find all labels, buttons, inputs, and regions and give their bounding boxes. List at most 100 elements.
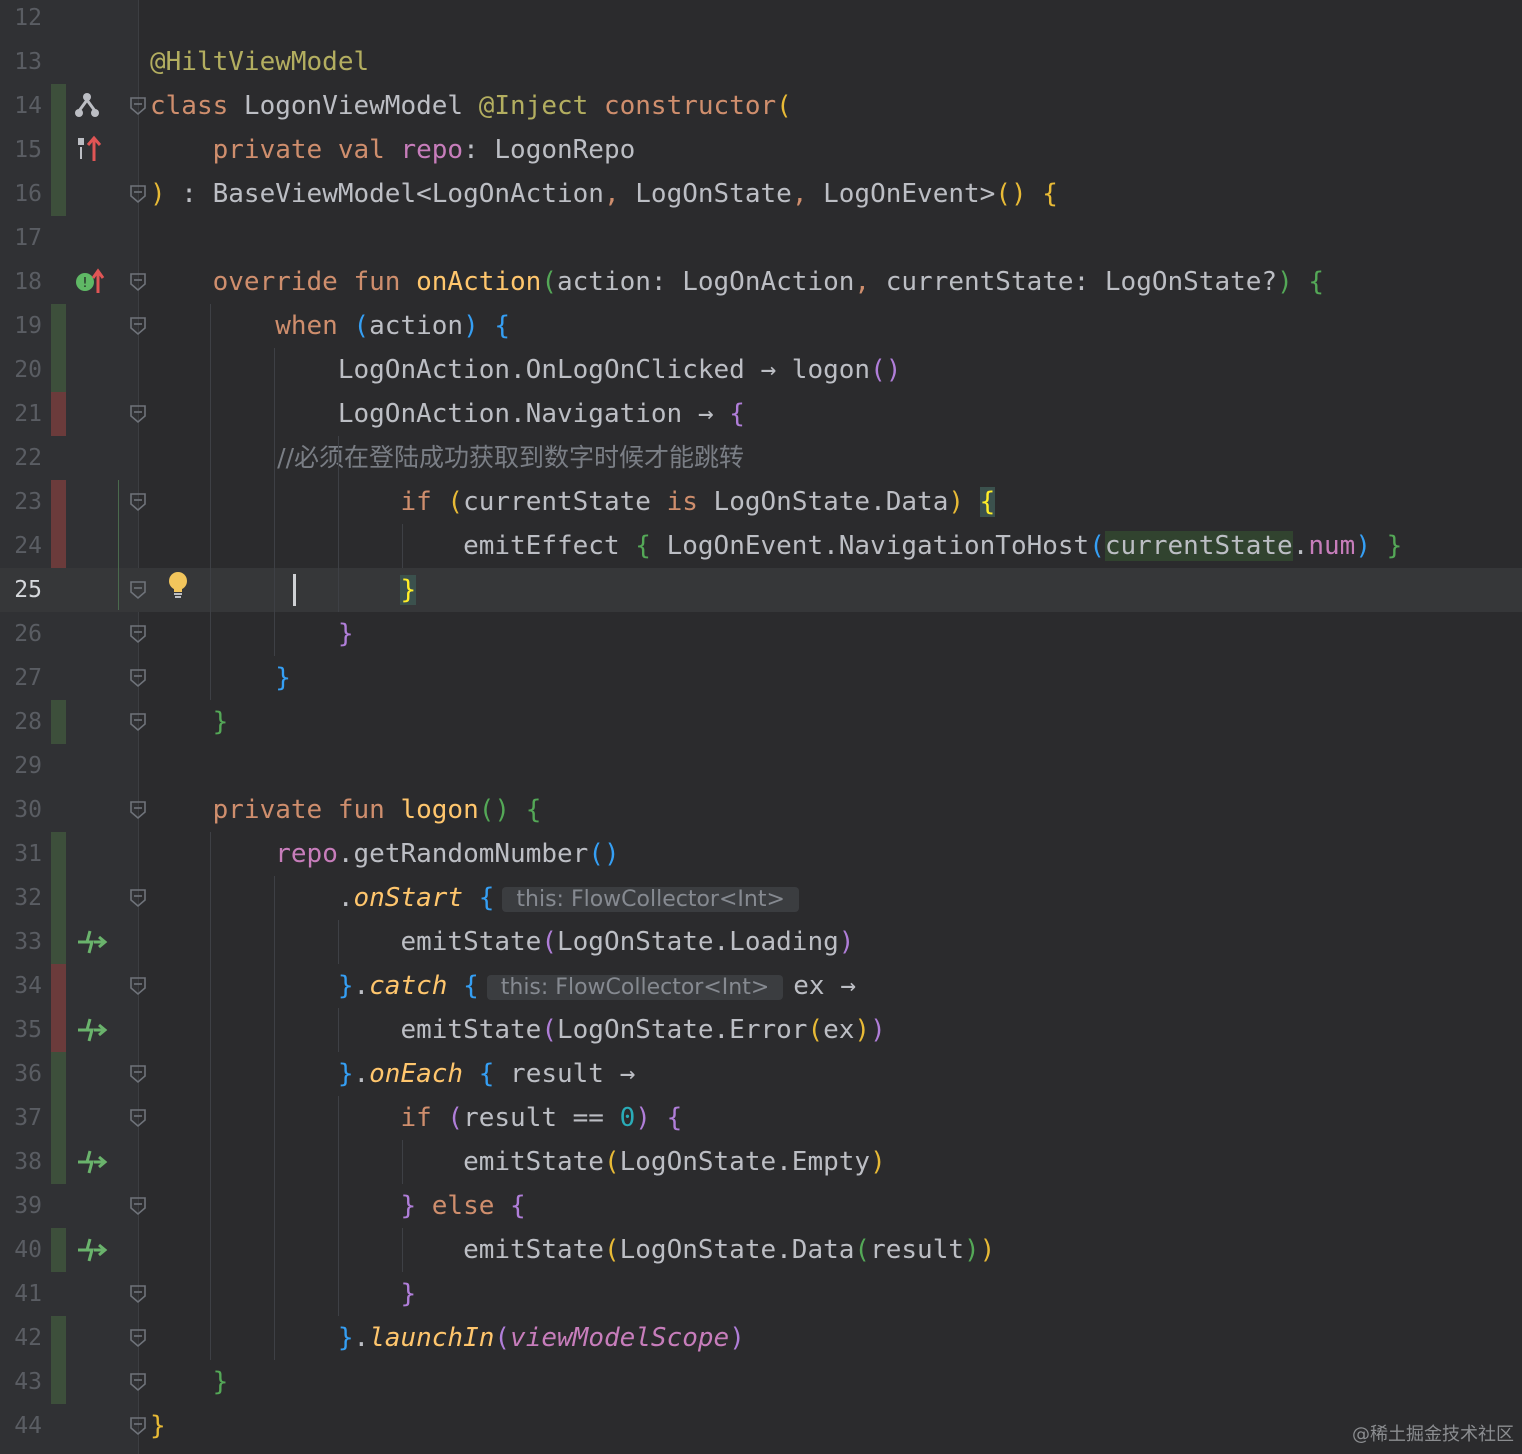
- code-text[interactable]: override fun onAction(action: LogOnActio…: [150, 260, 1324, 304]
- code-line[interactable]: 30 private fun logon() {: [0, 788, 1522, 832]
- line-number[interactable]: 43: [0, 1360, 42, 1404]
- hierarchy-icon[interactable]: [74, 91, 108, 121]
- line-number[interactable]: 35: [0, 1008, 42, 1052]
- code-line[interactable]: 37 if (result == 0) {: [0, 1096, 1522, 1140]
- code-text[interactable]: @HiltViewModel: [150, 40, 369, 84]
- line-number[interactable]: 40: [0, 1228, 42, 1272]
- fold-toggle-icon[interactable]: [128, 1284, 148, 1304]
- line-number[interactable]: 31: [0, 832, 42, 876]
- vcs-added-marker[interactable]: [51, 1140, 66, 1184]
- code-line[interactable]: 44}: [0, 1404, 1522, 1448]
- vcs-modified-marker[interactable]: [51, 480, 66, 524]
- code-line[interactable]: 13 @HiltViewModel: [0, 40, 1522, 84]
- fold-toggle-icon[interactable]: [128, 712, 148, 732]
- code-text[interactable]: emitState(LogOnState.Error(ex)): [150, 1008, 885, 1052]
- code-text[interactable]: }.onEach { result →: [150, 1052, 635, 1096]
- code-line[interactable]: 33 emitState(LogOnState.Loading): [0, 920, 1522, 964]
- line-number[interactable]: 24: [0, 524, 42, 568]
- line-number[interactable]: 33: [0, 920, 42, 964]
- code-line[interactable]: 23 if (currentState is LogOnState.Data) …: [0, 480, 1522, 524]
- vcs-modified-marker[interactable]: [51, 524, 66, 568]
- suspend-call-icon[interactable]: [74, 927, 108, 957]
- line-number[interactable]: 21: [0, 392, 42, 436]
- code-text[interactable]: LogOnAction.Navigation → {: [150, 392, 745, 436]
- code-text[interactable]: }: [150, 1360, 229, 1404]
- code-line[interactable]: 40 emitState(LogOnState.Data(result)): [0, 1228, 1522, 1272]
- fold-toggle-icon[interactable]: [128, 888, 148, 908]
- line-number[interactable]: 17: [0, 216, 42, 260]
- code-line[interactable]: 26 }: [0, 612, 1522, 656]
- vcs-added-marker[interactable]: [51, 1360, 66, 1404]
- line-number[interactable]: 29: [0, 744, 42, 788]
- fold-toggle-icon[interactable]: [128, 96, 148, 116]
- code-text[interactable]: emitState(LogOnState.Data(result)): [150, 1228, 995, 1272]
- line-number[interactable]: 22: [0, 436, 42, 480]
- lightbulb-icon[interactable]: [164, 570, 192, 600]
- fold-toggle-icon[interactable]: [128, 624, 148, 644]
- fold-toggle-icon[interactable]: [128, 316, 148, 336]
- code-line[interactable]: 20 LogOnAction.OnLogOnClicked → logon(): [0, 348, 1522, 392]
- line-number[interactable]: 20: [0, 348, 42, 392]
- code-line[interactable]: 14 class LogonViewModel @Inject construct…: [0, 84, 1522, 128]
- code-line[interactable]: 19 when (action) {: [0, 304, 1522, 348]
- code-line[interactable]: 31 repo.getRandomNumber(): [0, 832, 1522, 876]
- fold-toggle-icon[interactable]: [128, 1196, 148, 1216]
- code-line[interactable]: 36 }.onEach { result →: [0, 1052, 1522, 1096]
- line-number[interactable]: 38: [0, 1140, 42, 1184]
- line-number[interactable]: 13: [0, 40, 42, 84]
- fold-toggle-icon[interactable]: [128, 1372, 148, 1392]
- code-line[interactable]: 17: [0, 216, 1522, 260]
- code-line[interactable]: 22 //必须在登陆成功获取到数字时候才能跳转: [0, 436, 1522, 480]
- fold-toggle-icon[interactable]: [128, 668, 148, 688]
- code-line[interactable]: 16) : BaseViewModel<LogOnAction, LogOnSt…: [0, 172, 1522, 216]
- vcs-modified-marker[interactable]: [51, 392, 66, 436]
- fold-toggle-icon[interactable]: [128, 1108, 148, 1128]
- code-line[interactable]: 12: [0, 0, 1522, 40]
- implemented-override-icon[interactable]: [74, 135, 108, 165]
- line-number[interactable]: 15: [0, 128, 42, 172]
- code-line[interactable]: 28 }: [0, 700, 1522, 744]
- line-number[interactable]: 28: [0, 700, 42, 744]
- vcs-added-marker[interactable]: [51, 1096, 66, 1140]
- code-text[interactable]: }: [150, 700, 229, 744]
- code-text[interactable]: emitState(LogOnState.Empty): [150, 1140, 886, 1184]
- vcs-added-marker[interactable]: [51, 128, 66, 172]
- code-line[interactable]: 41 }: [0, 1272, 1522, 1316]
- line-number[interactable]: 39: [0, 1184, 42, 1228]
- code-text[interactable]: }.catch {this: FlowCollector<Int> ex →: [150, 964, 856, 1010]
- code-line[interactable]: 29: [0, 744, 1522, 788]
- vcs-added-marker[interactable]: [51, 876, 66, 920]
- code-text[interactable]: private val repo: LogonRepo: [150, 128, 636, 172]
- fold-toggle-icon[interactable]: [128, 184, 148, 204]
- suspend-call-icon[interactable]: [74, 1235, 108, 1265]
- vcs-added-marker[interactable]: [51, 700, 66, 744]
- vcs-added-marker[interactable]: [51, 304, 66, 348]
- line-number[interactable]: 23: [0, 480, 42, 524]
- code-text[interactable]: }: [150, 1404, 166, 1448]
- code-line[interactable]: 34 }.catch {this: FlowCollector<Int> ex →: [0, 964, 1522, 1008]
- code-line[interactable]: 18! override fun onAction(action: LogOnA…: [0, 260, 1522, 304]
- line-number[interactable]: 42: [0, 1316, 42, 1360]
- fold-toggle-icon[interactable]: [128, 580, 148, 600]
- vcs-added-marker[interactable]: [51, 172, 66, 216]
- code-line[interactable]: 15 private val repo: LogonRepo: [0, 128, 1522, 172]
- code-text[interactable]: //必须在登陆成功获取到数字时候才能跳转: [150, 436, 744, 480]
- code-line[interactable]: 32 .onStart {this: FlowCollector<Int>: [0, 876, 1522, 920]
- line-number[interactable]: 30: [0, 788, 42, 832]
- vcs-added-marker[interactable]: [51, 1052, 66, 1096]
- fold-toggle-icon[interactable]: [128, 1416, 148, 1436]
- line-number[interactable]: 44: [0, 1404, 42, 1448]
- code-text[interactable]: if (result == 0) {: [150, 1096, 682, 1140]
- code-text[interactable]: .onStart {this: FlowCollector<Int>: [150, 876, 809, 922]
- line-number[interactable]: 41: [0, 1272, 42, 1316]
- line-number[interactable]: 12: [0, 0, 42, 40]
- code-line[interactable]: 25 }: [0, 568, 1522, 612]
- line-number[interactable]: 37: [0, 1096, 42, 1140]
- code-text[interactable]: }: [150, 612, 354, 656]
- vcs-added-marker[interactable]: [51, 920, 66, 964]
- line-number[interactable]: 14: [0, 84, 42, 128]
- code-line[interactable]: 39 } else {: [0, 1184, 1522, 1228]
- line-number[interactable]: 26: [0, 612, 42, 656]
- code-line[interactable]: 42 }.launchIn(viewModelScope): [0, 1316, 1522, 1360]
- line-number[interactable]: 36: [0, 1052, 42, 1096]
